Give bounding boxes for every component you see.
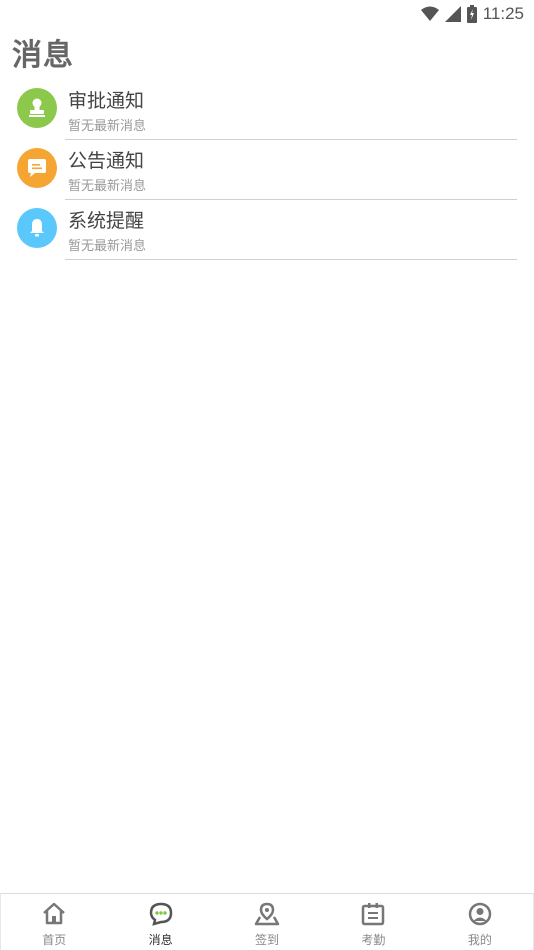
status-time: 11:25 (482, 4, 524, 23)
message-title: 审批通知 (68, 90, 145, 112)
attendance-icon (362, 903, 385, 926)
nav-checkin[interactable]: 签到 (214, 894, 320, 950)
battery-icon (466, 5, 477, 23)
nav-label: 签到 (255, 933, 280, 947)
chat-icon (149, 902, 172, 926)
message-subtitle: 暂无最新消息 (68, 239, 147, 254)
nav-label: 考勤 (361, 933, 386, 947)
stamp-icon (29, 98, 45, 117)
bottom-nav: 首页 消息 签到 考勤 我的 (0, 893, 534, 950)
bell-icon (30, 219, 44, 237)
message-item-system[interactable]: 系统提醒 暂无最新消息 (0, 200, 534, 260)
nav-profile[interactable]: 我的 (427, 894, 533, 950)
announcement-icon (28, 159, 46, 177)
message-item-approval[interactable]: 审批通知 暂无最新消息 (0, 80, 534, 140)
message-title: 公告通知 (68, 150, 145, 172)
cell-signal-icon (444, 6, 461, 22)
message-item-texts: 公告通知 暂无最新消息 (65, 146, 517, 200)
status-bar: 11:25 (0, 0, 534, 28)
home-icon (43, 902, 66, 925)
message-subtitle: 暂无最新消息 (68, 119, 147, 134)
nav-label: 我的 (467, 933, 492, 947)
system-avatar (17, 208, 57, 248)
announcement-avatar (17, 148, 57, 188)
message-title: 系统提醒 (68, 210, 145, 232)
message-item-announcement[interactable]: 公告通知 暂无最新消息 (0, 140, 534, 200)
nav-label: 首页 (42, 933, 67, 947)
message-subtitle: 暂无最新消息 (68, 179, 147, 194)
message-item-texts: 系统提醒 暂无最新消息 (65, 206, 517, 260)
nav-label: 消息 (148, 933, 173, 947)
nav-attendance[interactable]: 考勤 (320, 894, 426, 950)
nav-home[interactable]: 首页 (1, 894, 107, 950)
profile-icon (468, 902, 492, 926)
message-item-texts: 审批通知 暂无最新消息 (65, 86, 517, 140)
approval-avatar (17, 88, 57, 128)
message-list: 审批通知 暂无最新消息 公告通知 暂无最新消息 系统提醒 暂无最新消息 (0, 80, 534, 260)
nav-messages[interactable]: 消息 (107, 894, 213, 950)
location-icon (254, 902, 280, 926)
wifi-icon (420, 6, 439, 21)
page-title: 消息 (12, 38, 74, 73)
